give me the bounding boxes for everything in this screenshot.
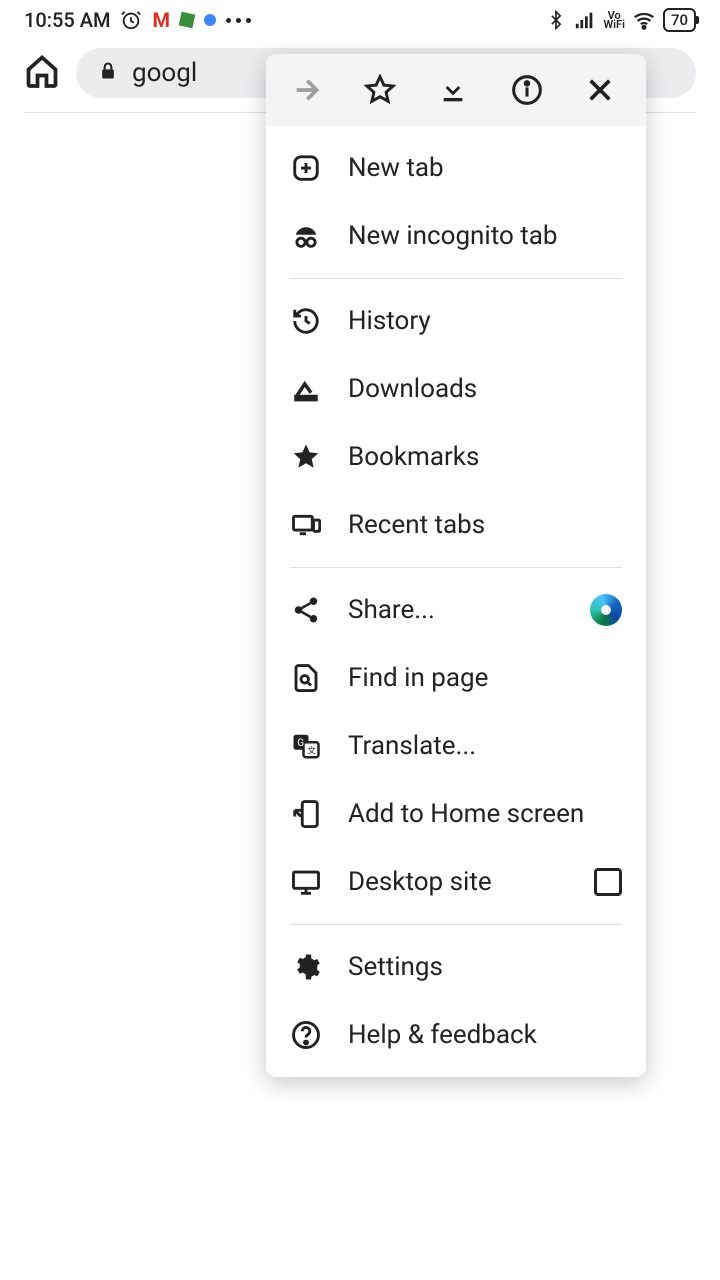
menu-list: New tab New incognito tab History Downlo…: [266, 126, 646, 1077]
downloads-icon: [290, 373, 322, 405]
menu-incognito[interactable]: New incognito tab: [266, 202, 646, 270]
help-icon: [290, 1019, 322, 1051]
dot-notif-icon: [204, 14, 216, 26]
menu-label: Desktop site: [348, 867, 568, 897]
app-notif-icon: [180, 13, 194, 27]
menu-separator: [290, 924, 622, 925]
menu-separator: [290, 278, 622, 279]
download-button[interactable]: [431, 74, 475, 106]
new-tab-icon: [290, 152, 322, 184]
info-button[interactable]: [505, 74, 549, 106]
overflow-menu: New tab New incognito tab History Downlo…: [266, 54, 646, 1077]
recent-tabs-icon: [290, 509, 322, 541]
menu-label: Settings: [348, 952, 622, 982]
menu-new-tab[interactable]: New tab: [266, 134, 646, 202]
menu-label: New tab: [348, 153, 622, 183]
find-icon: [290, 662, 322, 694]
status-time: 10:55 AM: [24, 8, 110, 32]
menu-history[interactable]: History: [266, 287, 646, 355]
home-button[interactable]: [24, 53, 60, 93]
menu-label: Recent tabs: [348, 510, 622, 540]
menu-add-home[interactable]: Add to Home screen: [266, 780, 646, 848]
url-text: googl: [132, 58, 197, 88]
menu-header-row: [266, 54, 646, 126]
menu-share[interactable]: Share...: [266, 576, 646, 644]
menu-label: New incognito tab: [348, 221, 622, 251]
menu-separator: [290, 567, 622, 568]
lock-icon: [98, 58, 118, 88]
svg-text:文: 文: [307, 745, 316, 757]
status-bar: 10:55 AM M VoWiFi 70: [0, 0, 720, 36]
menu-label: Downloads: [348, 374, 622, 404]
bookmark-star-button[interactable]: [358, 74, 402, 106]
edge-icon: [590, 594, 622, 626]
incognito-icon: [290, 220, 322, 252]
menu-settings[interactable]: Settings: [266, 933, 646, 1001]
desktop-site-checkbox[interactable]: [594, 868, 622, 896]
bluetooth-icon: [546, 10, 566, 30]
menu-label: Add to Home screen: [348, 799, 622, 829]
add-home-icon: [290, 798, 322, 830]
battery-indicator: 70: [663, 8, 696, 32]
forward-button[interactable]: [284, 74, 328, 106]
desktop-icon: [290, 866, 322, 898]
vowifi-icon: VoWiFi: [604, 11, 625, 29]
menu-translate[interactable]: G文 Translate...: [266, 712, 646, 780]
menu-label: Translate...: [348, 731, 622, 761]
alarm-icon: [120, 9, 142, 31]
menu-help[interactable]: Help & feedback: [266, 1001, 646, 1069]
history-icon: [290, 305, 322, 337]
menu-label: History: [348, 306, 622, 336]
close-menu-button[interactable]: [578, 74, 622, 106]
gmail-icon: M: [152, 8, 170, 32]
wifi-icon: [633, 9, 655, 31]
menu-recent-tabs[interactable]: Recent tabs: [266, 491, 646, 559]
menu-find-in-page[interactable]: Find in page: [266, 644, 646, 712]
translate-icon: G文: [290, 730, 322, 762]
bookmarks-icon: [290, 441, 322, 473]
more-notif-icon: [226, 18, 251, 23]
svg-text:G: G: [297, 738, 304, 749]
signal-icon: [574, 9, 596, 31]
share-icon: [290, 594, 322, 626]
menu-label: Bookmarks: [348, 442, 622, 472]
menu-label: Help & feedback: [348, 1020, 622, 1050]
menu-desktop-site[interactable]: Desktop site: [266, 848, 646, 916]
settings-icon: [290, 951, 322, 983]
menu-label: Find in page: [348, 663, 622, 693]
menu-downloads[interactable]: Downloads: [266, 355, 646, 423]
menu-bookmarks[interactable]: Bookmarks: [266, 423, 646, 491]
menu-label: Share...: [348, 595, 564, 625]
